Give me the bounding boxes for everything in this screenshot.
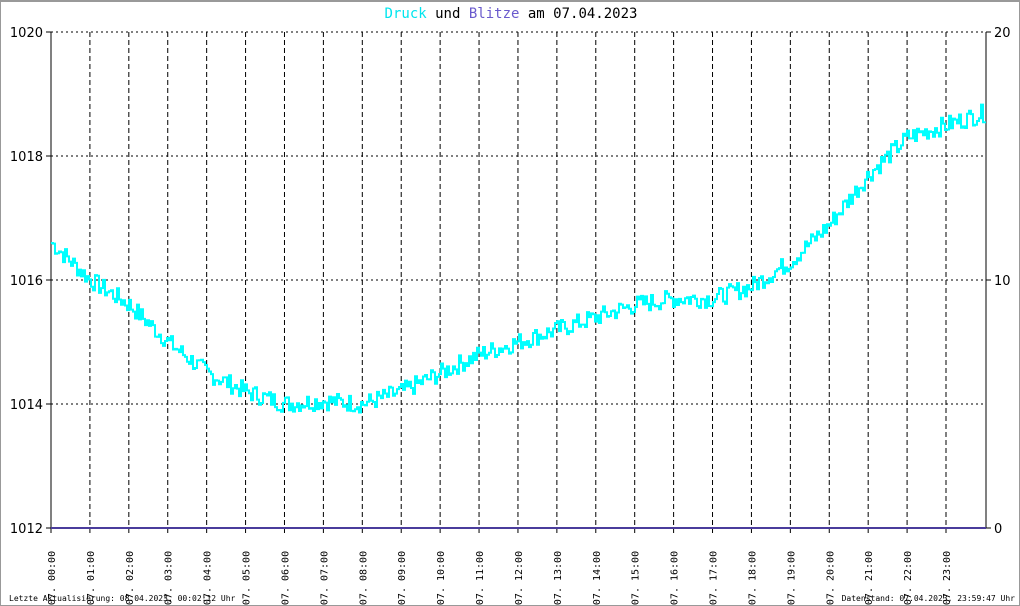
x-tick-label: 07. 20:00 — [825, 551, 836, 605]
data-status: Datenstand: 07.04.2023, 23:59:47 Uhr — [841, 594, 1015, 603]
x-tick-label: 07. 19:00 — [786, 551, 797, 605]
y-tick-label: 1018 — [10, 150, 43, 165]
chart-container: Druck und Blitze am 07.04.2023 1012 1014 1… — [0, 0, 1020, 606]
y2-tick-label: 20 — [994, 26, 1011, 41]
x-tick-label: 07. 16:00 — [670, 551, 681, 605]
x-tick-label: 07. 14:00 — [592, 551, 603, 605]
x-tick-label: 07. 08:00 — [358, 551, 369, 605]
x-tick-label: 07. 13:00 — [553, 551, 564, 605]
x-tick-label: 07. 17:00 — [709, 551, 720, 605]
y-tick-label: 1016 — [10, 274, 43, 289]
y2-tick-label: 10 — [994, 274, 1011, 289]
x-tick-label: 07. 09:00 — [397, 551, 408, 605]
x-tick-label: 07. 15:00 — [631, 551, 642, 605]
x-tick-label: 07. 10:00 — [436, 551, 447, 605]
x-tick-label: 07. 06:00 — [280, 551, 291, 605]
y-tick-label: 1014 — [10, 398, 43, 413]
x-tick-label: 07. 12:00 — [514, 551, 525, 605]
y-tick-label: 1012 — [10, 522, 43, 537]
x-tick-label: 07. 05:00 — [242, 551, 253, 605]
last-update: Letzte Aktualisierung: 08.04.2023, 00:02… — [9, 594, 236, 603]
plot-area: 101210141016101810200102007. 00:00 07. 01… — [10, 26, 1011, 605]
x-tick-label: 07. 11:00 — [475, 551, 486, 605]
x-tick-label: 07. 18:00 — [747, 551, 758, 605]
y2-tick-label: 0 — [994, 522, 1002, 537]
y-tick-label: 1020 — [10, 26, 43, 41]
x-tick-label: 07. 07:00 — [319, 551, 330, 605]
